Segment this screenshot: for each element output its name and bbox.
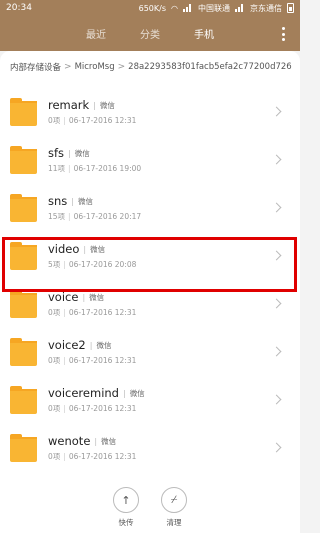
modified-date: 06-17-2016 20:17 bbox=[73, 212, 142, 221]
status-time: 20:34 bbox=[6, 3, 32, 13]
folder-tag: 微信 bbox=[90, 244, 106, 254]
clean-label: 清理 bbox=[166, 518, 182, 527]
chevron-right-icon bbox=[271, 346, 282, 357]
upload-icon: ↑ bbox=[113, 487, 139, 513]
list-item[interactable]: voiceremind | 微信 0项 | 06-17-2016 12:31 bbox=[0, 376, 300, 424]
app-header: 最近 分类 手机 bbox=[0, 16, 300, 51]
list-item[interactable]: sns | 微信 15项 | 06-17-2016 20:17 bbox=[0, 184, 300, 232]
item-count: 15项 bbox=[48, 212, 66, 221]
folder-icon bbox=[10, 146, 37, 174]
folder-icon bbox=[10, 434, 37, 462]
upload-button[interactable]: ↑ 快传 bbox=[113, 478, 139, 533]
folder-icon bbox=[10, 242, 37, 270]
list-item[interactable]: sfs | 微信 11项 | 06-17-2016 19:00 bbox=[0, 136, 300, 184]
modified-date: 06-17-2016 12:31 bbox=[68, 356, 137, 365]
folder-tag: 微信 bbox=[96, 340, 112, 350]
item-count: 0项 bbox=[48, 116, 61, 125]
folder-name: voice bbox=[48, 290, 79, 304]
chevron-right-icon bbox=[271, 202, 282, 213]
folder-tag: 微信 bbox=[99, 100, 115, 110]
folder-tag: 微信 bbox=[77, 196, 93, 206]
list-item[interactable]: voice | 微信 0项 | 06-17-2016 12:31 bbox=[0, 280, 300, 328]
more-menu-icon[interactable] bbox=[282, 27, 286, 41]
folder-tag: 微信 bbox=[89, 292, 105, 302]
tab-recent[interactable]: 最近 bbox=[69, 26, 123, 41]
folder-name: sns bbox=[48, 194, 68, 208]
folder-name: sfs bbox=[48, 146, 65, 160]
breadcrumb-item-account[interactable]: 28a2293583f01facb5efa2c77200d726 bbox=[128, 62, 292, 72]
broom-icon: ⌿ bbox=[161, 487, 187, 513]
modified-date: 06-17-2016 12:31 bbox=[68, 308, 137, 317]
carrier-2: 京东通信 bbox=[250, 3, 282, 13]
chevron-right-icon bbox=[271, 442, 282, 453]
chevron-right-icon bbox=[271, 154, 282, 165]
chevron-right-icon bbox=[271, 106, 282, 117]
folder-tag: 微信 bbox=[74, 148, 90, 158]
modified-date: 06-17-2016 12:31 bbox=[68, 404, 137, 413]
item-count: 11项 bbox=[48, 164, 66, 173]
item-count: 0项 bbox=[48, 308, 61, 317]
tab-bar: 最近 分类 手机 bbox=[69, 26, 231, 41]
wifi-icon: ◠ bbox=[171, 3, 178, 13]
upload-label: 快传 bbox=[118, 518, 134, 527]
breadcrumb-item-micromsg[interactable]: MicroMsg bbox=[75, 62, 115, 72]
modified-date: 06-17-2016 12:31 bbox=[68, 452, 137, 461]
item-count: 0项 bbox=[48, 356, 61, 365]
folder-icon bbox=[10, 290, 37, 318]
list-item[interactable]: remark | 微信 0项 | 06-17-2016 12:31 bbox=[0, 88, 300, 136]
tab-category[interactable]: 分类 bbox=[123, 26, 177, 41]
signal-icon-2 bbox=[235, 4, 245, 12]
folder-list: remark | 微信 0项 | 06-17-2016 12:31 sfs | 微信 11项… bbox=[0, 88, 300, 472]
item-count: 0项 bbox=[48, 452, 61, 461]
bottom-toolbar: ↑ 快传 ⌿ 清理 bbox=[0, 478, 300, 533]
network-speed: 650K/s bbox=[138, 3, 167, 13]
modified-date: 06-17-2016 19:00 bbox=[73, 164, 142, 173]
folder-tag: 微信 bbox=[129, 388, 145, 398]
folder-icon bbox=[10, 338, 37, 366]
carrier-1: 中国联通 bbox=[198, 3, 230, 13]
item-count: 5项 bbox=[48, 260, 61, 269]
chevron-right-icon: > bbox=[117, 62, 126, 72]
folder-icon bbox=[10, 386, 37, 414]
battery-icon bbox=[287, 3, 294, 13]
chevron-right-icon bbox=[271, 250, 282, 261]
tab-phone[interactable]: 手机 bbox=[177, 26, 231, 41]
folder-name: voiceremind bbox=[48, 386, 119, 400]
folder-name: voice2 bbox=[48, 338, 86, 352]
folder-name: remark bbox=[48, 98, 90, 112]
modified-date: 06-17-2016 20:08 bbox=[68, 260, 137, 269]
chevron-right-icon: > bbox=[64, 62, 72, 72]
folder-icon bbox=[10, 98, 37, 126]
chevron-right-icon bbox=[271, 298, 282, 309]
breadcrumb: 内部存储设备 > MicroMsg > 28a2293583f01facb5ef… bbox=[10, 58, 300, 76]
item-count: 0项 bbox=[48, 404, 61, 413]
list-item[interactable]: wenote | 微信 0项 | 06-17-2016 12:31 bbox=[0, 424, 300, 472]
breadcrumb-item-storage[interactable]: 内部存储设备 bbox=[10, 61, 61, 73]
folder-icon bbox=[10, 194, 37, 222]
file-browser: 内部存储设备 > MicroMsg > 28a2293583f01facb5ef… bbox=[0, 51, 300, 533]
list-item[interactable]: voice2 | 微信 0项 | 06-17-2016 12:31 bbox=[0, 328, 300, 376]
folder-tag: 微信 bbox=[101, 436, 117, 446]
clean-button[interactable]: ⌿ 清理 bbox=[161, 478, 187, 533]
list-item-selected[interactable]: video | 微信 5项 | 06-17-2016 20:08 bbox=[0, 232, 300, 280]
signal-icon bbox=[183, 4, 193, 12]
folder-name: video bbox=[48, 242, 80, 256]
modified-date: 06-17-2016 12:31 bbox=[68, 116, 137, 125]
chevron-right-icon bbox=[271, 394, 282, 405]
folder-name: wenote bbox=[48, 434, 91, 448]
status-bar: 20:34 650K/s ◠ 中国联通 京东通信 bbox=[0, 0, 300, 16]
